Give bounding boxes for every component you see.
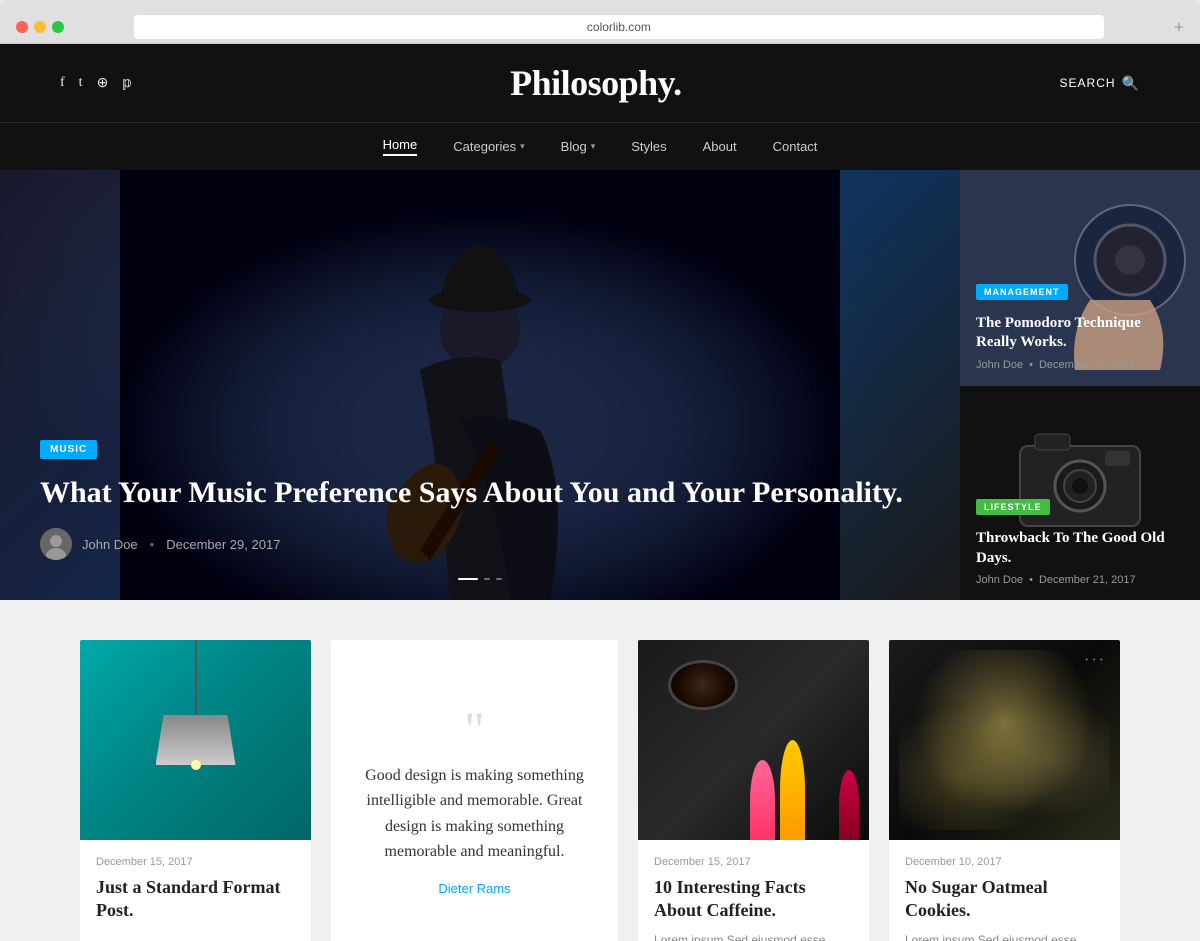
post-3-image: ··· [889, 640, 1120, 840]
instagram-icon[interactable]: ⊕ [97, 75, 109, 92]
post-0-title: Just a Standard Format Post. [96, 876, 295, 923]
dot-maximize[interactable] [52, 21, 64, 33]
nav-home[interactable]: Home [383, 137, 418, 156]
post-2-date: December 15, 2017 [654, 856, 853, 868]
post-0-date: December 15, 2017 [96, 856, 295, 868]
side-card-1-tag[interactable]: LIFESTYLE [976, 499, 1050, 515]
blog-chevron-icon: ▾ [591, 141, 596, 152]
facebook-icon[interactable]: f [60, 75, 65, 92]
side-card-0-date: December 27, 2017 [1039, 359, 1136, 371]
slide-dot-3[interactable] [496, 578, 502, 580]
nav-contact[interactable]: Contact [773, 137, 818, 156]
posts-section: December 15, 2017 Just a Standard Format… [0, 600, 1200, 941]
post-0-body: December 15, 2017 Just a Standard Format… [80, 840, 311, 941]
browser-dots [16, 21, 64, 33]
url-bar[interactable]: colorlib.com [134, 15, 1104, 39]
post-2-title: 10 Interesting Facts About Caffeine. [654, 876, 853, 923]
oatmeal-splash [899, 650, 1110, 830]
hero-title: What Your Music Preference Says About Yo… [40, 473, 920, 512]
site-wrapper: f t ⊕ 𝕡 Philosophy. SEARCH 🔍 Home Catego… [0, 44, 1200, 941]
hero-content: MUSIC What Your Music Preference Says Ab… [40, 439, 920, 560]
hero-side-cards: MANAGEMENT The Pomodoro Technique Really… [960, 170, 1200, 600]
author-avatar [40, 528, 72, 560]
oatmeal-image: ··· [889, 640, 1120, 840]
hero-author-name: John Doe [82, 537, 138, 552]
side-card-0[interactable]: MANAGEMENT The Pomodoro Technique Really… [960, 170, 1200, 385]
new-tab-button[interactable]: + [1174, 18, 1184, 36]
side-card-0-meta: John Doe • December 27, 2017 [976, 359, 1184, 371]
hero-date: December 29, 2017 [166, 537, 280, 552]
more-options-icon[interactable]: ··· [1084, 652, 1106, 670]
nav-styles[interactable]: Styles [631, 137, 666, 156]
search-label: SEARCH [1060, 76, 1116, 90]
slide-dot-1[interactable] [458, 578, 478, 580]
post-card-0[interactable]: December 15, 2017 Just a Standard Format… [80, 640, 311, 941]
browser-chrome: colorlib.com + [0, 0, 1200, 44]
tulip-yellow [780, 740, 805, 840]
site-title[interactable]: Philosophy. [510, 62, 682, 104]
post-3-body: December 10, 2017 No Sugar Oatmeal Cooki… [889, 840, 1120, 941]
twitter-icon[interactable]: t [79, 75, 83, 92]
avatar-image [40, 528, 72, 560]
site-header: f t ⊕ 𝕡 Philosophy. SEARCH 🔍 [0, 44, 1200, 122]
quote-text: Good design is making something intellig… [359, 763, 590, 865]
lamp-shade [156, 715, 236, 765]
post-card-2[interactable]: December 15, 2017 10 Interesting Facts A… [638, 640, 869, 941]
separator: • [1029, 359, 1033, 371]
side-card-0-title: The Pomodoro Technique Really Works. [976, 314, 1184, 353]
nav-about[interactable]: About [703, 137, 737, 156]
nav-blog[interactable]: Blog ▾ [561, 137, 596, 156]
nav-categories[interactable]: Categories ▾ [453, 137, 524, 156]
coffee-image [638, 640, 869, 840]
separator: • [150, 537, 155, 552]
site-nav: Home Categories ▾ Blog ▾ Styles About Co… [0, 122, 1200, 170]
post-3-title: No Sugar Oatmeal Cookies. [905, 876, 1104, 923]
separator: • [1029, 574, 1033, 586]
tulip-dark [839, 770, 859, 840]
lamp-image [80, 640, 311, 840]
pinterest-icon[interactable]: 𝕡 [122, 75, 132, 92]
side-card-0-author: John Doe [976, 359, 1023, 371]
side-card-1-author: John Doe [976, 574, 1023, 586]
side-card-1-date: December 21, 2017 [1039, 574, 1136, 586]
url-text: colorlib.com [587, 20, 651, 34]
tulip-pink [750, 760, 775, 840]
dot-minimize[interactable] [34, 21, 46, 33]
quote-icon: " [464, 709, 484, 749]
side-card-0-tag[interactable]: MANAGEMENT [976, 284, 1068, 300]
coffee-cup [668, 660, 738, 710]
hero-tag[interactable]: MUSIC [40, 440, 97, 459]
dot-close[interactable] [16, 21, 28, 33]
lamp-cord [195, 640, 197, 720]
side-card-1-content: LIFESTYLE Throwback To The Good Old Days… [976, 497, 1184, 586]
post-2-excerpt: Lorem ipsum Sed eiusmod esse [654, 931, 853, 941]
search-button[interactable]: SEARCH 🔍 [1060, 75, 1140, 92]
search-icon: 🔍 [1122, 75, 1140, 92]
categories-chevron-icon: ▾ [520, 141, 525, 152]
post-card-1[interactable]: " Good design is making something intell… [331, 640, 618, 941]
slide-dot-2[interactable] [484, 578, 490, 580]
social-icons: f t ⊕ 𝕡 [60, 75, 132, 92]
side-card-1-title: Throwback To The Good Old Days. [976, 529, 1184, 568]
hero-section: MUSIC What Your Music Preference Says Ab… [0, 170, 1200, 600]
post-card-3[interactable]: ··· December 10, 2017 No Sugar Oatmeal C… [889, 640, 1120, 941]
side-card-1-meta: John Doe • December 21, 2017 [976, 574, 1184, 586]
post-0-image [80, 640, 311, 840]
side-card-1[interactable]: LIFESTYLE Throwback To The Good Old Days… [960, 385, 1200, 601]
slider-controls [458, 578, 502, 580]
post-3-excerpt: Lorem ipsum Sed eiusmod esse [905, 931, 1104, 941]
tulip-area [730, 640, 869, 840]
hero-author-info: John Doe • December 29, 2017 [40, 528, 920, 560]
post-2-image [638, 640, 869, 840]
lamp-bulb [191, 760, 201, 770]
post-2-body: December 15, 2017 10 Interesting Facts A… [638, 840, 869, 941]
side-card-0-content: MANAGEMENT The Pomodoro Technique Really… [976, 282, 1184, 371]
hero-featured-post[interactable]: MUSIC What Your Music Preference Says Ab… [0, 170, 960, 600]
quote-author: Dieter Rams [438, 881, 510, 896]
post-3-date: December 10, 2017 [905, 856, 1104, 868]
